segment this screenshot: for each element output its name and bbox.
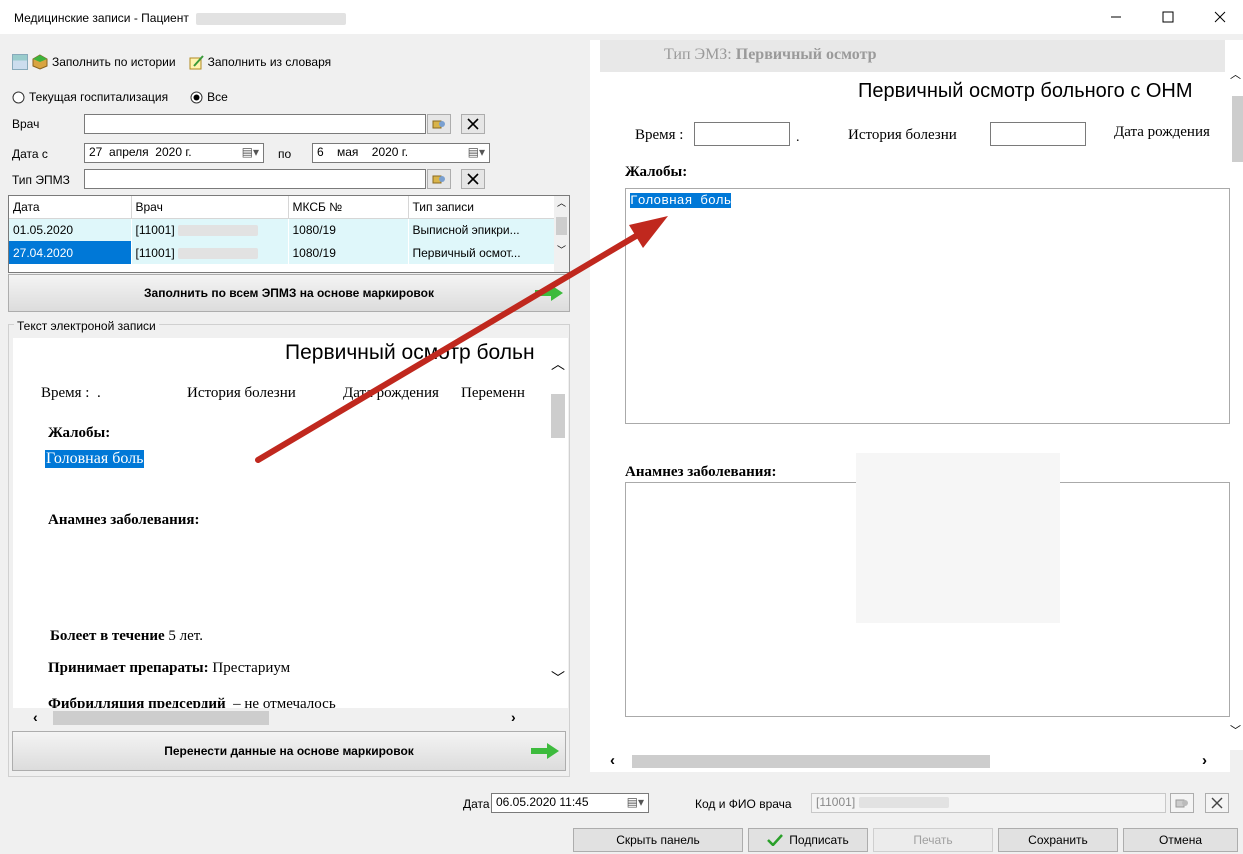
annotation-arrow — [255, 216, 668, 463]
bottom-doctor-value: [11001] — [816, 795, 856, 809]
hide-panel-button[interactable]: Скрыть панель — [573, 828, 743, 852]
clear-icon — [1211, 797, 1223, 809]
main-window: Медицинские записи - Пациент Заполнить п… — [0, 0, 1243, 854]
bottom-date-label: Дата — [463, 797, 490, 811]
picker-icon — [1175, 799, 1188, 808]
calendar-dropdown-icon[interactable]: ▤▾ — [627, 795, 644, 811]
sign-label: Подписать — [789, 833, 849, 847]
bottom-date-value: 06.05.2020 11:45 — [496, 795, 589, 809]
doctor-name-blurred — [858, 797, 949, 809]
bottom-doctor-input[interactable]: [11001] — [811, 793, 1166, 813]
print-button[interactable]: Печать — [873, 828, 993, 852]
bottom-doctor-pick-button[interactable] — [1170, 793, 1194, 813]
sign-button[interactable]: Подписать — [748, 828, 868, 852]
bottom-date-picker[interactable]: 06.05.2020 11:45 ▤▾ — [491, 793, 649, 813]
checkmark-icon — [767, 834, 784, 846]
bottom-doctor-clear-button[interactable] — [1205, 793, 1229, 813]
save-label: Сохранить — [1028, 833, 1088, 847]
save-button[interactable]: Сохранить — [998, 828, 1118, 852]
bottom-doctor-label: Код и ФИО врача — [695, 797, 792, 811]
cancel-button[interactable]: Отмена — [1123, 828, 1238, 852]
cancel-label: Отмена — [1158, 833, 1203, 847]
hide-panel-label: Скрыть панель — [616, 833, 700, 847]
print-label: Печать — [913, 833, 953, 847]
